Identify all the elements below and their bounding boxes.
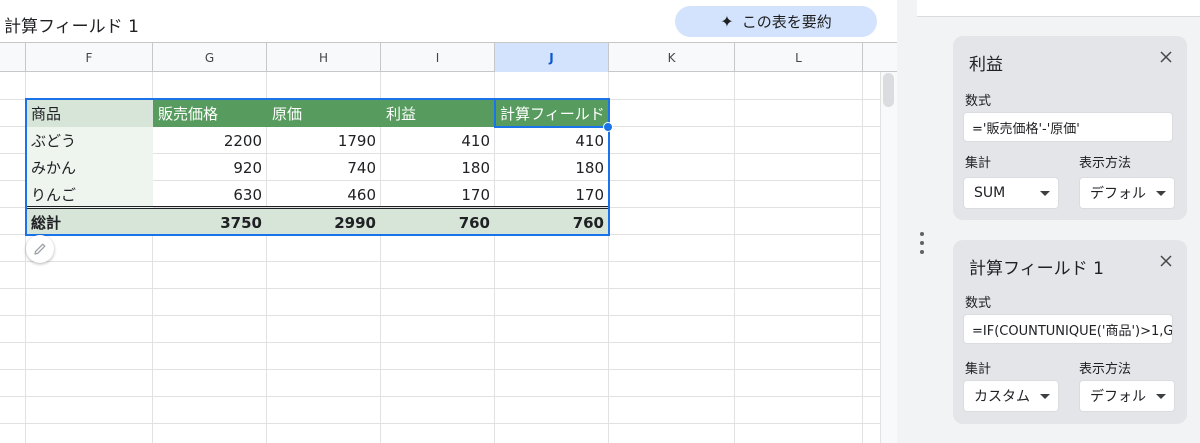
chevron-down-icon [1040,393,1050,399]
edit-pivot-button[interactable] [26,235,54,263]
close-icon[interactable] [1155,46,1177,68]
aggregate-dropdown[interactable]: SUM [963,177,1059,209]
card-title: 計算フィールド 1 [969,259,1104,279]
chevron-down-icon [1156,190,1166,196]
table-header-cell[interactable]: 原価 [267,100,381,127]
row-label-cell[interactable]: ぶどう [26,127,153,154]
aggregate-label: 集計 [965,156,992,171]
table-cell[interactable]: 180 [381,154,495,181]
spreadsheet-grid[interactable]: F G H I J K L 商品 販売価格 原価 利益 計算フィールド 1 ぶど… [0,42,897,443]
table-header-cell[interactable]: 販売価格 [153,100,267,127]
display-label: 表示方法 [1079,156,1132,171]
scrollbar-thumb[interactable] [883,73,894,107]
display-dropdown[interactable]: デフォルト [1079,380,1175,412]
aggregate-dropdown[interactable]: カスタム [963,380,1059,412]
vertical-scrollbar[interactable] [880,72,897,443]
formula-input[interactable]: ='販売価格'-'原価' [963,112,1173,142]
total-cell[interactable]: 760 [495,209,609,236]
card-title: 利益 [969,55,1003,75]
table-cell[interactable]: 630 [153,181,267,208]
formula-label: 数式 [965,94,992,109]
formula-input[interactable]: =IF(COUNTUNIQUE('商品')>1,G [963,314,1173,344]
column-headers: F G H I J K L [0,42,897,72]
total-label-cell[interactable]: 総計 [26,209,153,236]
table-cell[interactable]: 410 [495,127,609,154]
total-cell[interactable]: 2990 [267,209,381,236]
chevron-down-icon [1156,393,1166,399]
fill-handle[interactable] [603,122,613,132]
row-label-cell[interactable]: りんご [26,181,153,208]
column-header-g[interactable]: G [153,43,267,72]
close-icon[interactable] [1155,250,1177,272]
drag-handle-icon[interactable] [919,232,925,258]
summarize-table-button[interactable]: ✦ この表を要約 [675,6,877,37]
table-cell[interactable]: 2200 [153,127,267,154]
row-label-cell[interactable]: みかん [26,154,153,181]
table-cell[interactable]: 170 [495,181,609,208]
display-label: 表示方法 [1079,362,1132,377]
column-header-j[interactable]: J [495,43,609,72]
table-header-cell[interactable]: 計算フィールド 1 [495,100,609,127]
corner-cell[interactable] [0,43,26,72]
top-bar: 計算フィールド 1 ✦ この表を要約 [0,0,897,42]
total-cell[interactable]: 3750 [153,209,267,236]
summarize-label: この表を要約 [741,13,832,31]
table-cell[interactable]: 740 [267,154,381,181]
value-field-card-calculated: 計算フィールド 1 数式 =IF(COUNTUNIQUE('商品')>1,G 集… [953,240,1187,424]
pencil-icon [34,243,46,255]
column-header-h[interactable]: H [267,43,381,72]
value-field-card-profit: 利益 数式 ='販売価格'-'原価' 集計 表示方法 SUM デフォルト [953,36,1187,220]
display-value: デフォルト [1090,186,1150,202]
total-cell[interactable]: 760 [381,209,495,236]
table-header-cell[interactable]: 利益 [381,100,495,127]
table-cell[interactable]: 170 [381,181,495,208]
table-cell[interactable]: 920 [153,154,267,181]
display-value: デフォルト [1090,389,1150,405]
table-cell[interactable]: 1790 [267,127,381,154]
aggregate-value: SUM [974,185,1006,201]
table-cell[interactable]: 410 [381,127,495,154]
aggregate-label: 集計 [965,362,992,377]
formula-label: 数式 [965,296,992,311]
aggregate-value: カスタム [974,389,1030,405]
column-header-k[interactable]: K [609,43,735,72]
chevron-down-icon [1040,190,1050,196]
table-header-cell[interactable]: 商品 [26,100,153,127]
display-dropdown[interactable]: デフォルト [1079,177,1175,209]
column-header-f[interactable]: F [26,43,153,72]
sparkle-icon: ✦ [720,12,734,31]
pivot-editor-panel: 利益 数式 ='販売価格'-'原価' 集計 表示方法 SUM デフォルト 計算フ… [897,0,1200,443]
table-cell[interactable]: 180 [495,154,609,181]
column-header-l[interactable]: L [735,43,863,72]
table-cell[interactable]: 460 [267,181,381,208]
pivot-title: 計算フィールド 1 [4,17,139,37]
column-header-i[interactable]: I [381,43,495,72]
panel-top-strip [917,0,1200,17]
